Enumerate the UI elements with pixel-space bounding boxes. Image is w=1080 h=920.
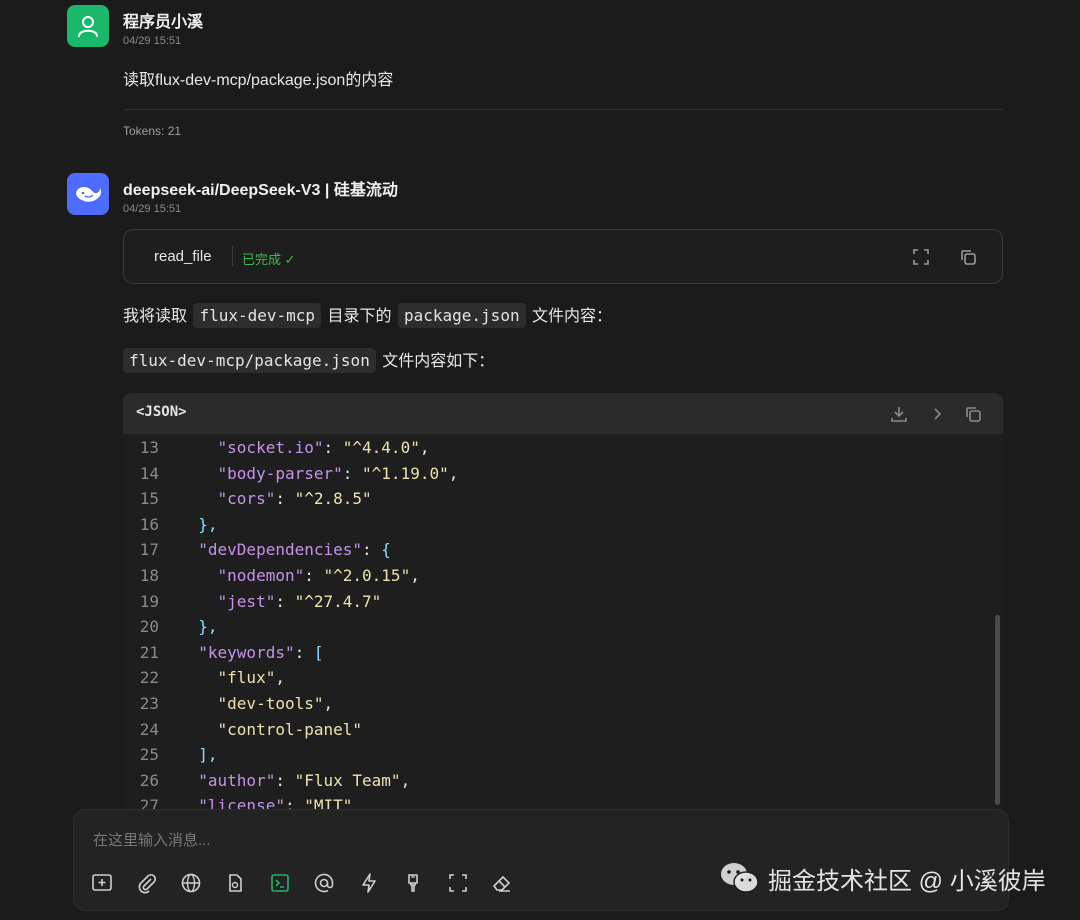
user-sender-name: 程序员小溪 [123, 14, 204, 31]
line-content: }, [198, 617, 218, 637]
expand-icon[interactable] [912, 248, 930, 266]
line-number: 25 [139, 745, 159, 765]
line-number: 15 [139, 489, 159, 509]
tool-call-card[interactable]: read_file 已完成 ✓ [123, 229, 1003, 284]
copy-code-icon[interactable] [963, 404, 983, 424]
line-number: 18 [139, 566, 159, 585]
line-content: ], [198, 745, 218, 765]
line-content: "nodemon": "^2.0.15", [217, 566, 420, 585]
ai-paragraph-2: flux-dev-mcp/package.json 文件内容如下： [123, 347, 494, 373]
line-content: "devDependencies": { [198, 540, 391, 560]
wechat-icon [721, 863, 759, 893]
tool-separator [232, 246, 233, 266]
token-count: Tokens: 21 [123, 124, 182, 138]
watermark-text: 掘金技术社区 @ 小溪彼岸 [768, 867, 1046, 895]
file-icon[interactable] [224, 872, 246, 894]
line-number: 19 [139, 591, 159, 611]
ai-message-time: 04/29 15:51 [123, 203, 182, 215]
deepseek-whale-icon [76, 186, 102, 202]
code-language-label: <JSON> [136, 404, 187, 420]
fullscreen-icon[interactable] [447, 872, 469, 894]
brush-icon[interactable] [402, 872, 424, 894]
message-input[interactable]: 在这里输入消息... [93, 829, 211, 850]
user-message-time: 04/29 15:51 [123, 35, 182, 47]
message-divider [123, 109, 1003, 110]
paragraph-1-post: 文件内容： [532, 308, 613, 325]
ai-avatar [67, 173, 109, 215]
download-icon[interactable] [889, 404, 909, 424]
line-content: "keywords": [ [198, 642, 324, 662]
line-content: "socket.io": "^4.4.0", [217, 438, 430, 457]
line-content: }, [198, 514, 218, 534]
line-content: "jest": "^27.4.7" [217, 591, 382, 611]
watermark: 掘金技术社区 @ 小溪彼岸 [718, 860, 1046, 896]
new-chat-icon[interactable] [91, 872, 113, 894]
line-number: 14 [139, 463, 159, 483]
chevron-right-icon[interactable] [927, 404, 947, 424]
user-message-text: 读取flux-dev-mcp/package.json的内容 [123, 72, 394, 89]
ai-sender-name: deepseek-ai/DeepSeek-V3 | 硅基流动 [123, 182, 398, 199]
user-icon [78, 16, 98, 37]
inline-code-file: package.json [397, 303, 526, 328]
tool-name: read_file [154, 248, 212, 265]
line-content: "flux", [217, 668, 285, 688]
globe-icon[interactable] [180, 872, 202, 894]
code-scrollbar[interactable] [995, 615, 1000, 805]
line-number: 22 [139, 668, 159, 688]
inline-code-path: flux-dev-mcp/package.json [123, 348, 376, 373]
line-number: 24 [139, 719, 159, 739]
line-content: "control-panel" [217, 719, 363, 739]
lightning-icon[interactable] [358, 872, 380, 894]
line-number: 20 [139, 617, 159, 637]
terminal-icon[interactable] [269, 872, 291, 894]
line-number: 17 [139, 540, 159, 560]
line-number: 21 [139, 642, 159, 662]
line-content: "cors": "^2.8.5" [217, 489, 372, 509]
paragraph-1-mid: 目录下的 [327, 308, 392, 325]
line-number: 23 [139, 694, 159, 713]
inline-code-dir: flux-dev-mcp [193, 303, 322, 328]
line-number: 26 [139, 770, 159, 790]
user-avatar [67, 5, 109, 47]
ai-paragraph-1: 我将读取 flux-dev-mcp 目录下的 package.json 文件内容… [123, 302, 612, 328]
line-number: 16 [139, 514, 159, 534]
json-code-block: <JSON> 13 "socket.io": "^4.4.0", 14 "body… [123, 393, 1003, 813]
line-number: 13 [139, 438, 159, 457]
paragraph-1-pre: 我将读取 [123, 308, 188, 325]
mention-icon[interactable] [313, 872, 335, 894]
eraser-icon[interactable] [491, 872, 513, 894]
tool-status: 已完成 ✓ [242, 252, 296, 267]
paragraph-2-post: 文件内容如下： [382, 353, 495, 370]
line-content: "author": "Flux Team", [198, 770, 411, 790]
line-content: "body-parser": "^1.19.0", [217, 463, 459, 483]
code-block-header: <JSON> [123, 393, 1003, 434]
copy-icon[interactable] [959, 248, 977, 266]
line-content: "dev-tools", [217, 694, 334, 713]
code-block-body: 13 "socket.io": "^4.4.0", 14 "body-parser… [123, 434, 1003, 813]
attach-icon[interactable] [136, 872, 158, 894]
